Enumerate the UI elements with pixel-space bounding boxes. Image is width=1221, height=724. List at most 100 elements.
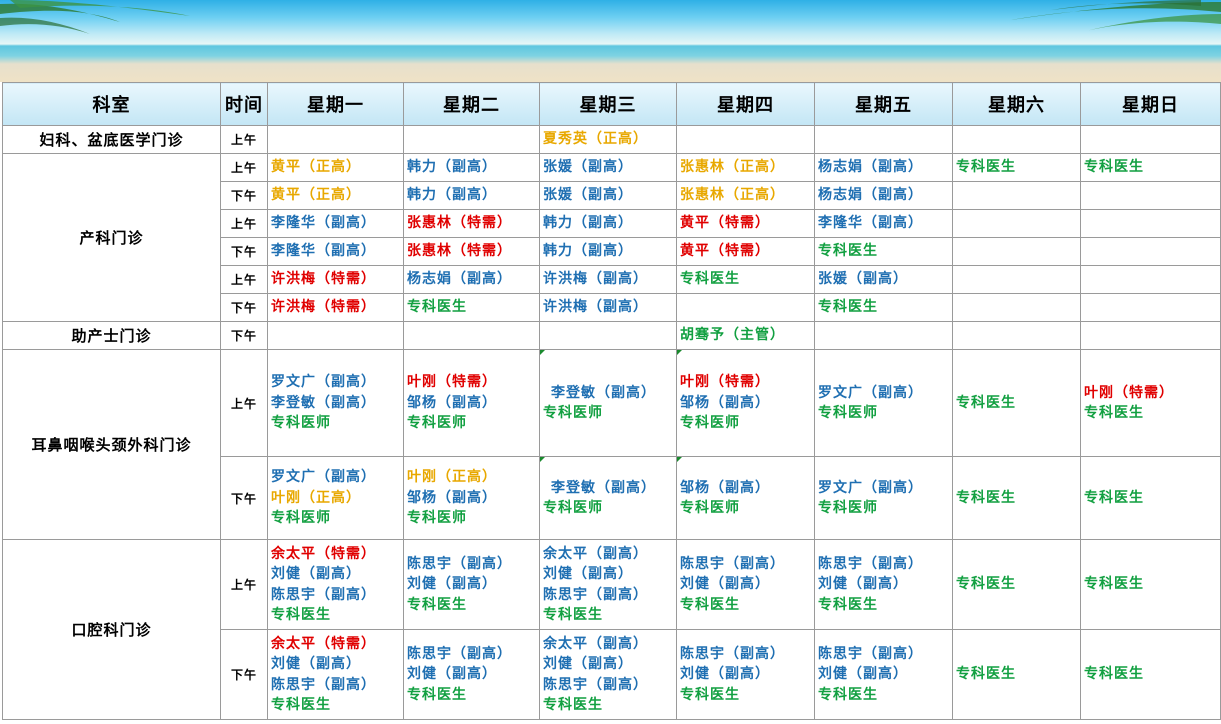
- doctor-entry: 韩力（副高）: [407, 159, 497, 176]
- schedule-cell: 专科医生: [1080, 456, 1221, 540]
- schedule-cell: 余太平（副高） 刘健（副高） 陈思宇（副高） 专科医生: [539, 539, 677, 630]
- doctor-entry: 邹杨（副高）: [680, 479, 770, 496]
- schedule-cell: 许洪梅（特需）: [267, 293, 404, 322]
- schedule-cell: 许洪梅（副高）: [539, 265, 677, 294]
- doctor-entry: 叶刚（特需）: [1084, 384, 1174, 401]
- schedule-cell: 黄平（特需）: [676, 237, 815, 266]
- schedule-cell: [1080, 181, 1221, 210]
- doctor-entry: 韩力（副高）: [543, 215, 633, 232]
- schedule-cell: 专科医生: [952, 349, 1081, 457]
- schedule-cell: 专科医生: [403, 293, 540, 322]
- schedule-cell: [952, 265, 1081, 294]
- time-slot: 下午: [220, 237, 268, 266]
- header-day-fri: 星期五: [814, 82, 953, 126]
- doctor-entry: 李隆华（副高）: [818, 215, 923, 232]
- doctor-entry: 陈思宇（副高）: [680, 555, 785, 572]
- schedule-cell: 专科医生: [1080, 629, 1221, 720]
- doctor-entry: 陈思宇（副高）: [407, 645, 512, 662]
- cell-note-marker-icon: [677, 457, 682, 462]
- doctor-entry: 专科医生: [680, 271, 740, 288]
- schedule-cell: [267, 321, 404, 350]
- schedule-cell: [952, 125, 1081, 154]
- schedule-cell: [952, 181, 1081, 210]
- schedule-cell: 韩力（副高）: [539, 209, 677, 238]
- doctor-entry: 专科医生: [818, 596, 878, 613]
- schedule-cell: [1080, 125, 1221, 154]
- schedule-cell: 专科医生: [1080, 539, 1221, 630]
- header-day-tue: 星期二: [403, 82, 540, 126]
- doctor-entry: 刘健（副高）: [818, 666, 908, 683]
- schedule-cell: 余太平（特需） 刘健（副高） 陈思宇（副高） 专科医生: [267, 539, 404, 630]
- doctor-entry: 许洪梅（副高）: [543, 271, 648, 288]
- doctor-entry: 专科医生: [956, 159, 1016, 176]
- time-slot: 上午: [220, 209, 268, 238]
- doctor-entry: 专科医生: [407, 686, 467, 703]
- schedule-cell: 张惠林（特需）: [403, 209, 540, 238]
- doctor-entry: 刘健（副高）: [680, 576, 770, 593]
- doctor-entry: 专科医生: [543, 697, 603, 713]
- schedule-cell: 专科医生: [952, 629, 1081, 720]
- doctor-entry: 张媛（副高）: [543, 187, 633, 204]
- schedule-table: 科室 时间 星期一 星期二 星期三 星期四 星期五 星期六 星期日 妇科、盆底医…: [2, 82, 1221, 720]
- schedule-cell: [952, 209, 1081, 238]
- doctor-entry: 陈思宇（副高）: [271, 676, 376, 693]
- time-slot: 上午: [220, 349, 268, 457]
- time-slot: 上午: [220, 265, 268, 294]
- doctor-entry: 余太平（特需）: [271, 545, 376, 562]
- cell-note-marker-icon: [677, 350, 682, 355]
- schedule-cell: 张媛（副高）: [539, 181, 677, 210]
- doctor-entry: 专科医生: [1084, 489, 1144, 506]
- header-day-mon: 星期一: [267, 82, 404, 126]
- doctor-entry: 专科医生: [680, 596, 740, 613]
- time-slot: 下午: [220, 629, 268, 720]
- doctor-entry: 刘健（副高）: [543, 656, 633, 672]
- schedule-cell: 专科医生: [814, 293, 953, 322]
- schedule-cell: 罗文广（副高） 叶刚（正高） 专科医师: [267, 456, 404, 540]
- doctor-entry: 陈思宇（副高）: [818, 645, 923, 662]
- doctor-entry: 刘健（副高）: [818, 576, 908, 593]
- doctor-entry: 陈思宇（副高）: [271, 586, 376, 603]
- doctor-entry: 邹杨（副高）: [407, 489, 497, 506]
- dept-name: 口腔科门诊: [2, 539, 221, 720]
- time-slot: 上午: [220, 153, 268, 182]
- doctor-entry: 刘健（副高）: [407, 666, 497, 683]
- cell-note-marker-icon: [540, 350, 545, 355]
- schedule-cell: 黄平（正高）: [267, 181, 404, 210]
- palm-leaves-right-icon: [1011, 0, 1221, 32]
- time-slot: 上午: [220, 539, 268, 630]
- doctor-entry: 韩力（副高）: [407, 187, 497, 204]
- doctor-entry: 罗文广（副高）: [818, 384, 923, 401]
- doctor-entry: 叶刚（正高）: [271, 489, 361, 506]
- schedule-cell: 罗文广（副高） 专科医师: [814, 456, 953, 540]
- doctor-entry: 李隆华（副高）: [271, 243, 376, 260]
- doctor-entry: 专科医师: [271, 510, 331, 527]
- doctor-entry: 专科医师: [680, 415, 740, 432]
- header-time: 时间: [220, 82, 268, 126]
- schedule-cell: 张媛（副高）: [539, 153, 677, 182]
- doctor-entry: 李登敏（副高）: [271, 394, 376, 411]
- schedule-cell: 罗文广（副高） 专科医师: [814, 349, 953, 457]
- dept-name: 妇科、盆底医学门诊: [2, 125, 221, 154]
- doctor-entry: 杨志娟（副高）: [818, 187, 923, 204]
- table-row: 耳鼻咽喉头颈外科门诊 上午 罗文广（副高） 李登敏（副高） 专科医师 叶刚（特需） 邹杨（副…: [2, 349, 1221, 540]
- schedule-cell: 陈思宇（副高） 刘健（副高） 专科医生: [676, 629, 815, 720]
- doctor-entry: 许洪梅（副高）: [543, 299, 648, 316]
- schedule-cell: 李登敏（副高） 专科医师: [539, 349, 677, 457]
- doctor-entry: 罗文广（副高）: [271, 469, 376, 486]
- schedule-cell: 韩力（副高）: [403, 153, 540, 182]
- cell-note-marker-icon: [540, 457, 545, 462]
- table-row: 口腔科门诊 上午 余太平（特需） 刘健（副高） 陈思宇（副高） 专科医生 陈思宇（副高） 刘健…: [2, 539, 1221, 720]
- header-dept: 科室: [2, 82, 221, 126]
- schedule-cell: 叶刚（特需） 邹杨（副高） 专科医师: [403, 349, 540, 457]
- doctor-entry: 专科医生: [956, 489, 1016, 506]
- doctor-entry: 陈思宇（副高）: [407, 555, 512, 572]
- header-day-sun: 星期日: [1080, 82, 1221, 126]
- doctor-entry: 专科医师: [543, 500, 603, 516]
- doctor-entry: 专科医师: [543, 405, 603, 421]
- doctor-entry: 杨志娟（副高）: [407, 271, 512, 288]
- palm-leaves-left-icon: [0, 0, 190, 34]
- doctor-entry: 张惠林（正高）: [680, 159, 785, 176]
- doctor-entry: 专科医生: [818, 686, 878, 703]
- schedule-cell: [539, 321, 677, 350]
- doctor-entry: 陈思宇（副高）: [543, 676, 648, 693]
